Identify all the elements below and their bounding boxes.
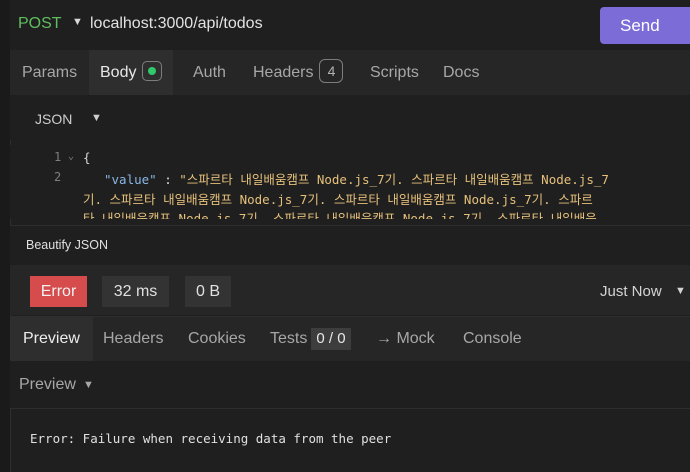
response-tabs: Preview Headers Cookies Tests 0 / 0 → Moc… (10, 316, 690, 361)
tab-headers-label: Headers (253, 64, 314, 81)
chevron-down-icon[interactable]: ▼ (83, 379, 94, 391)
status-badge: Error (30, 276, 87, 307)
active-dot-icon (148, 66, 157, 75)
tab-body-label: Body (100, 64, 137, 81)
tab-console[interactable]: Console (463, 317, 522, 361)
body-editor[interactable]: 1 ⌄ { 2 "value" : "스파르타 내일배움캠프 Node.js_7… (10, 145, 690, 219)
request-tabs: Params Body Auth Headers 4 Scripts Docs (10, 50, 690, 95)
tests-count-badge: 0 / 0 (311, 328, 351, 350)
size-badge: 0 B (185, 276, 231, 307)
preview-mode-bar: Preview ▼ (10, 361, 690, 409)
method-select[interactable]: POST (18, 15, 62, 33)
preview-mode-select[interactable]: Preview (19, 376, 76, 394)
send-button[interactable]: Send (600, 7, 690, 44)
headers-count-badge: 4 (319, 58, 344, 83)
tab-tests-label: Tests (270, 330, 308, 347)
tab-body[interactable]: Body (89, 50, 174, 95)
url-input[interactable]: localhost:3000/api/todos (90, 15, 263, 33)
code-line-2-wrap-2: 타 내일배움캠프 Node.js_7기. 스파르타 내일배움캠프 Node.js… (83, 211, 597, 219)
body-status-badge (142, 60, 163, 81)
json-key: "value" (104, 172, 157, 187)
url-bar: POST ▼ localhost:3000/api/todos Send (10, 0, 690, 51)
beautify-bar: Beautify JSON (10, 225, 690, 266)
tab-docs[interactable]: Docs (443, 50, 479, 95)
body-format-select[interactable]: JSON (35, 111, 72, 127)
body-format-bar: JSON ▼ (10, 95, 690, 140)
response-status-bar: Error 32 ms 0 B Just Now ▼ (10, 265, 690, 315)
json-string: "스파르타 내일배움캠프 Node.js_7기. 스파르타 내일배움캠프 Nod… (179, 172, 609, 187)
code-line-2-wrap-1: 기. 스파르타 내일배움캠프 Node.js_7기. 스파르타 내일배움캠프 N… (83, 192, 593, 207)
tab-cookies[interactable]: Cookies (188, 317, 246, 361)
json-colon: : (156, 172, 180, 187)
line-number: 2 (54, 170, 62, 184)
tab-auth[interactable]: Auth (193, 50, 226, 95)
code-line-1: { (83, 150, 91, 165)
chevron-down-icon[interactable]: ▼ (675, 285, 686, 297)
history-dropdown[interactable]: Just Now (600, 283, 662, 300)
tab-params[interactable]: Params (22, 50, 77, 95)
tab-preview[interactable]: Preview (10, 317, 93, 361)
code-line-2: "value" : "스파르타 내일배움캠프 Node.js_7기. 스파르타 … (104, 169, 609, 188)
fold-chevron-icon[interactable]: ⌄ (68, 151, 74, 162)
tab-response-headers[interactable]: Headers (103, 317, 163, 361)
tab-tests[interactable]: Tests 0 / 0 (270, 317, 351, 361)
tab-headers[interactable]: Headers 4 (253, 50, 344, 95)
line-number: 1 (54, 150, 62, 164)
chevron-down-icon[interactable]: ▼ (72, 16, 83, 28)
tab-scripts[interactable]: Scripts (370, 50, 419, 95)
chevron-down-icon[interactable]: ▼ (91, 112, 102, 124)
beautify-json-button[interactable]: Beautify JSON (26, 238, 108, 252)
time-badge: 32 ms (102, 276, 169, 307)
error-message: Error: Failure when receiving data from … (30, 431, 392, 446)
tab-mock[interactable]: → Mock (376, 317, 435, 361)
